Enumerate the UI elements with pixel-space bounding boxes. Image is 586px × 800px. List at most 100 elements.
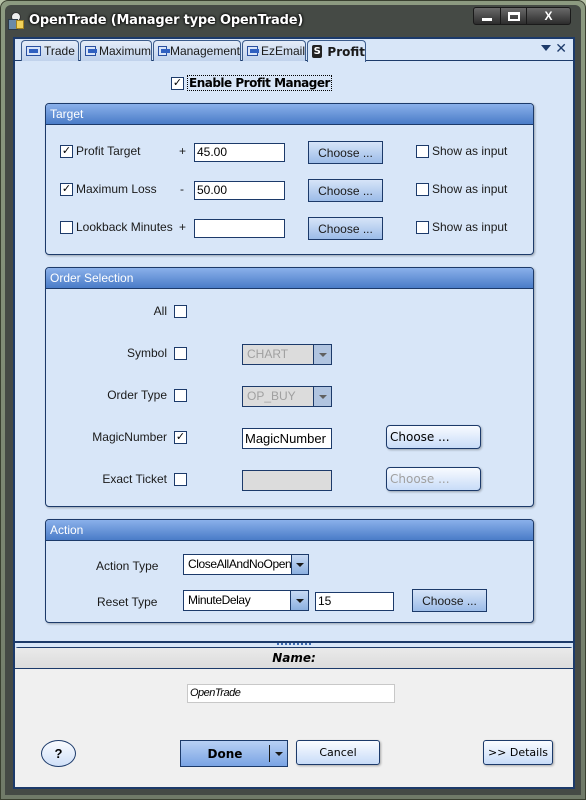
enable-profit-manager-row[interactable]: ✓ Enable Profit Manager	[171, 75, 332, 91]
action-group-header: Action	[46, 520, 533, 541]
done-button[interactable]: Done	[181, 747, 269, 761]
lookback-minutes-choose-button[interactable]: Choose ...	[308, 217, 383, 240]
exact-ticket-label: Exact Ticket	[102, 472, 167, 486]
tab-strip: Trade Maximum Management EzEmail S Profi…	[15, 39, 573, 62]
chevron-down-icon	[313, 345, 331, 364]
help-button[interactable]: ?	[41, 740, 76, 767]
minus-sign: -	[180, 182, 184, 196]
action-group: Action Action Type CloseAllAndNoOpen Res…	[45, 519, 534, 623]
minimize-button[interactable]	[473, 7, 501, 25]
tab-trade[interactable]: Trade	[21, 40, 79, 61]
profit-target-checkbox[interactable]: ✓	[60, 145, 73, 158]
close-icon: X	[544, 9, 553, 23]
symbol-checkbox[interactable]	[174, 347, 187, 360]
name-input[interactable]: OpenTrade	[187, 684, 395, 703]
lookback-minutes-show-as-input-checkbox[interactable]	[416, 221, 429, 234]
app-icon	[7, 12, 25, 30]
plus-sign: +	[179, 144, 187, 158]
profit-target-label: Profit Target	[76, 144, 141, 158]
details-button[interactable]: >> Details	[483, 740, 553, 765]
maximum-loss-label: Maximum Loss	[76, 182, 157, 196]
app-window: OpenTrade (Manager type OpenTrade) X Tra…	[0, 0, 586, 800]
reset-type-value: MinuteDelay	[188, 593, 251, 607]
lookback-minutes-label: Lookback Minutes	[76, 220, 173, 234]
target-group: Target ✓ Profit Target + 45.00 Choose ..…	[45, 103, 534, 255]
magic-number-input[interactable]: MagicNumber	[242, 428, 332, 449]
client-area: Trade Maximum Management EzEmail S Profi…	[13, 37, 575, 789]
window-icon	[158, 46, 170, 56]
profit-target-show-as-input-checkbox[interactable]	[416, 145, 429, 158]
chevron-down-icon	[290, 591, 308, 610]
action-type-value: CloseAllAndNoOpen	[188, 557, 292, 571]
chevron-down-icon	[291, 555, 308, 574]
name-panel: Name: OpenTrade ? Done Cancel >> Details	[15, 647, 573, 787]
magic-number-label: MagicNumber	[92, 430, 167, 444]
profit-icon: S	[312, 45, 323, 58]
folder-icon	[16, 20, 24, 29]
order-type-dropdown[interactable]: OP_BUY	[242, 386, 332, 407]
symbol-value: CHART	[247, 347, 289, 361]
tab-label: Trade	[44, 44, 75, 58]
tab-close-icon[interactable]: ✕	[555, 40, 567, 57]
tab-ezemail[interactable]: EzEmail	[242, 40, 306, 61]
order-type-label: Order Type	[107, 388, 167, 402]
window-title: OpenTrade (Manager type OpenTrade)	[29, 12, 304, 28]
target-group-header: Target	[46, 104, 533, 125]
reset-type-label: Reset Type	[97, 595, 158, 609]
action-type-label: Action Type	[96, 559, 159, 573]
maximum-loss-input[interactable]: 50.00	[194, 181, 285, 200]
symbol-dropdown[interactable]: CHART	[242, 344, 332, 365]
maximum-loss-checkbox[interactable]: ✓	[60, 183, 73, 196]
magic-number-choose-button[interactable]: Choose ...	[386, 425, 481, 449]
reset-type-dropdown[interactable]: MinuteDelay	[183, 590, 309, 611]
show-as-input-label: Show as input	[432, 182, 508, 196]
all-label: All	[153, 304, 167, 318]
order-selection-group: Order Selection All Symbol CHART Order T…	[45, 267, 534, 507]
tab-profit[interactable]: S Profit	[307, 40, 366, 62]
done-split-button[interactable]: Done	[180, 740, 288, 767]
lookback-minutes-input[interactable]	[194, 219, 285, 238]
profit-target-input[interactable]: 45.00	[194, 143, 285, 162]
exact-ticket-checkbox[interactable]	[174, 473, 187, 486]
enable-profit-manager-checkbox[interactable]: ✓	[171, 76, 184, 90]
tab-maximum[interactable]: Maximum	[80, 40, 152, 61]
order-selection-group-header: Order Selection	[46, 268, 533, 289]
exact-ticket-input[interactable]	[242, 470, 332, 491]
symbol-label: Symbol	[126, 346, 167, 360]
enable-profit-manager-label[interactable]: Enable Profit Manager	[187, 75, 332, 91]
window-icon	[26, 46, 41, 56]
maximize-button[interactable]	[501, 7, 527, 25]
tab-label: EzEmail	[260, 44, 305, 58]
close-button[interactable]: X	[527, 7, 571, 25]
all-checkbox[interactable]	[174, 305, 187, 318]
exact-ticket-choose-button[interactable]: Choose ...	[386, 467, 481, 491]
window-controls: X	[473, 7, 571, 25]
done-dropdown-chevron-icon[interactable]	[270, 751, 287, 756]
chevron-down-icon	[313, 387, 331, 406]
magic-number-checkbox[interactable]: ✓	[174, 431, 187, 444]
name-header: Name:	[15, 648, 573, 669]
action-type-dropdown[interactable]: CloseAllAndNoOpen	[183, 554, 309, 575]
show-as-input-label: Show as input	[432, 220, 508, 234]
lookback-minutes-checkbox[interactable]	[60, 221, 73, 234]
tab-menu-dropdown-icon[interactable]	[541, 45, 551, 51]
maximum-loss-show-as-input-checkbox[interactable]	[416, 183, 429, 196]
reset-choose-button[interactable]: Choose ...	[412, 589, 487, 612]
maximum-loss-choose-button[interactable]: Choose ...	[308, 179, 383, 202]
window-icon	[85, 46, 97, 56]
tab-label: Profit	[327, 44, 365, 59]
reset-amount-input[interactable]: 15	[315, 592, 394, 611]
window-icon	[247, 46, 259, 56]
profit-target-choose-button[interactable]: Choose ...	[308, 141, 383, 164]
order-type-checkbox[interactable]	[174, 389, 187, 402]
tab-management[interactable]: Management	[153, 40, 241, 61]
tab-label: Management	[169, 44, 240, 58]
order-type-value: OP_BUY	[247, 389, 296, 403]
minimize-icon	[482, 17, 492, 21]
show-as-input-label: Show as input	[432, 144, 508, 158]
maximize-icon	[507, 11, 520, 21]
splitter-grip-icon[interactable]	[277, 643, 311, 645]
plus-sign: +	[179, 220, 187, 234]
tab-label: Maximum	[98, 44, 151, 58]
cancel-button[interactable]: Cancel	[296, 740, 380, 765]
